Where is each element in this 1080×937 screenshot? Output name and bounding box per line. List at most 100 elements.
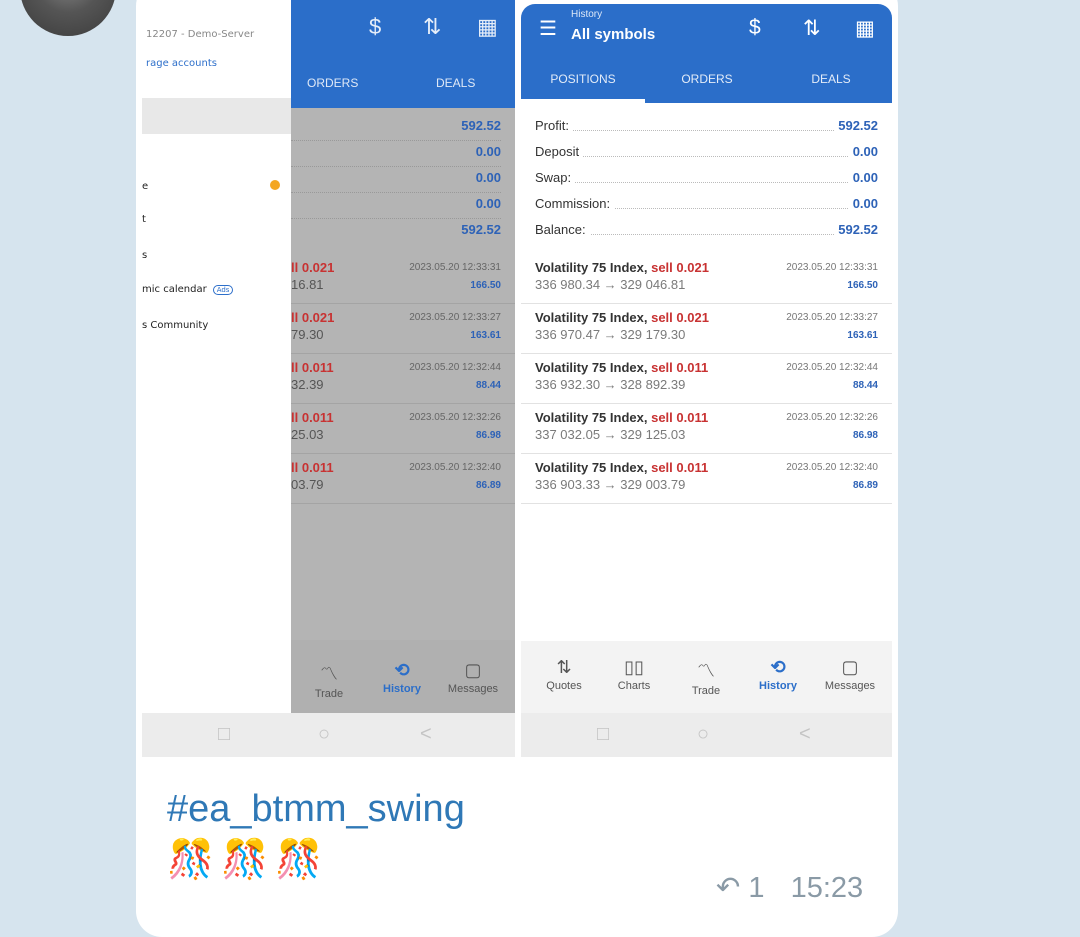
- right-screenshot[interactable]: ☰ History All symbols $ ⇅ ▦ POSITIONS OR…: [521, 4, 892, 757]
- messages-icon: ▢: [464, 660, 482, 680]
- nav-label: History: [383, 683, 421, 695]
- nav-messages[interactable]: ▢ Messages: [817, 657, 883, 692]
- sort-icon[interactable]: ⇅: [803, 16, 821, 41]
- deal-symbol: Volatility 75 Index,: [535, 260, 648, 275]
- deal-time: 2023.05.20 12:33:31: [409, 262, 501, 273]
- deal-row[interactable]: Volatility 75 Index, sell 0.011 336 932.3…: [521, 354, 892, 404]
- summary-row: 0.00: [291, 140, 501, 167]
- summary-row: Swap: 0.00: [535, 166, 878, 192]
- deal-title: Volatility 75 Index, sell 0.021: [535, 260, 709, 275]
- hashtag-link[interactable]: #ea_btmm_swing: [167, 788, 465, 831]
- right-toolbar: ☰ History All symbols $ ⇅ ▦ POSITIONS OR…: [521, 4, 892, 103]
- deal-time: 2023.05.20 12:32:44: [786, 362, 878, 373]
- deal-row: ll 0.011 32.39 2023.05.20 12:32:44 88.44: [291, 354, 515, 404]
- recent-apps-icon[interactable]: □: [597, 723, 609, 746]
- deal-profit: 166.50: [847, 280, 878, 291]
- drawer-selected-row: [142, 98, 291, 134]
- tab-positions[interactable]: POSITIONS: [521, 72, 645, 86]
- drawer-item[interactable]: t: [142, 214, 146, 225]
- deal-symbol: Volatility 75 Index,: [535, 460, 648, 475]
- right-bottom-nav: ⇅ Quotes ▯▯ Charts 〽 Trade ⟲ History ▢ Messag…: [521, 641, 892, 713]
- charts-icon: ▯▯: [624, 657, 644, 677]
- tab-orders[interactable]: ORDERS: [307, 76, 358, 90]
- deal-prices: 336 980.34 → 329 046.81: [535, 277, 686, 292]
- nav-quotes[interactable]: ⇅ Quotes: [535, 657, 593, 692]
- deal-side: sell 0.011: [651, 360, 709, 375]
- deal-side: ll 0.021: [291, 310, 335, 325]
- home-icon[interactable]: ○: [697, 723, 709, 746]
- summary-label: Profit:: [535, 118, 573, 133]
- deal-side: sell 0.021: [651, 260, 709, 275]
- deal-prices: 32.39: [291, 377, 324, 392]
- nav-label: Quotes: [546, 680, 582, 692]
- left-bottom-nav: 〽 Trade ⟲ History ▢ Messages: [291, 640, 515, 713]
- deal-side: ll 0.011: [291, 360, 334, 375]
- summary-value: 0.00: [848, 170, 878, 185]
- deal-side: sell 0.021: [651, 310, 709, 325]
- menu-icon[interactable]: ☰: [539, 16, 557, 41]
- tab-deals[interactable]: DEALS: [436, 76, 475, 90]
- deal-time: 2023.05.20 12:33:27: [786, 312, 878, 323]
- side-drawer: 12207 - Demo-Server rage accounts e t s …: [142, 0, 291, 713]
- nav-charts[interactable]: ▯▯ Charts: [605, 657, 663, 692]
- deal-profit: 163.61: [847, 330, 878, 341]
- summary-label: Deposit: [535, 144, 584, 159]
- deal-profit: 88.44: [475, 380, 501, 391]
- dollar-exchange-icon[interactable]: $: [749, 16, 761, 40]
- calendar-icon[interactable]: ▦: [855, 16, 875, 41]
- sort-icon[interactable]: ⇅: [423, 14, 441, 40]
- drawer-server: 12207 - Demo-Server: [146, 29, 255, 40]
- nav-history[interactable]: ⟲ History: [749, 657, 807, 692]
- deal-row[interactable]: Volatility 75 Index, sell 0.011 336 903.3…: [521, 454, 892, 504]
- manage-accounts-link[interactable]: rage accounts: [146, 58, 217, 69]
- nav-history[interactable]: ⟲ History: [375, 660, 429, 695]
- confetti-emoji: 🎊: [167, 839, 215, 881]
- active-tab-indicator: [521, 99, 645, 103]
- summary-value: 592.52: [461, 118, 501, 133]
- tab-orders[interactable]: ORDERS: [645, 72, 769, 86]
- deal-profit: 86.89: [475, 480, 501, 491]
- deal-time: 2023.05.20 12:32:44: [409, 362, 501, 373]
- deal-side: sell 0.011: [651, 410, 709, 425]
- back-icon[interactable]: <: [420, 723, 432, 746]
- summary-row: Balance: 592.52: [535, 218, 878, 244]
- tab-deals[interactable]: DEALS: [769, 72, 892, 86]
- summary-label: Commission:: [535, 196, 615, 211]
- nav-trade[interactable]: 〽 Trade: [677, 657, 735, 697]
- replies-indicator[interactable]: ↶ 1: [716, 870, 765, 905]
- deal-row: ll 0.021 16.81 2023.05.20 12:33:31 166.50: [291, 254, 515, 304]
- nav-trade[interactable]: 〽 Trade: [305, 660, 353, 700]
- deal-profit: 86.98: [475, 430, 501, 441]
- drawer-item[interactable]: s Community: [142, 320, 208, 331]
- deal-row[interactable]: Volatility 75 Index, sell 0.011 337 032.0…: [521, 404, 892, 454]
- message-time: 15:23: [790, 872, 864, 904]
- calendar-icon[interactable]: ▦: [477, 14, 498, 40]
- nav-messages[interactable]: ▢ Messages: [441, 660, 505, 695]
- deal-prices: 79.30: [291, 327, 324, 342]
- summary-value: 0.00: [475, 144, 501, 159]
- nav-label: Trade: [691, 685, 721, 697]
- deal-symbol: Volatility 75 Index,: [535, 410, 648, 425]
- deal-row[interactable]: Volatility 75 Index, sell 0.021 336 970.4…: [521, 304, 892, 354]
- header-subtitle: History: [571, 9, 603, 20]
- deal-row: ll 0.011 03.79 2023.05.20 12:32:40 86.89: [291, 454, 515, 504]
- deal-row[interactable]: Volatility 75 Index, sell 0.021 336 980.3…: [521, 254, 892, 304]
- dollar-exchange-icon[interactable]: $: [369, 14, 381, 40]
- left-screenshot[interactable]: 12207 - Demo-Server rage accounts e t s …: [142, 0, 515, 757]
- drawer-item[interactable]: e: [142, 181, 148, 192]
- back-icon[interactable]: <: [799, 723, 811, 746]
- drawer-item-calendar[interactable]: mic calendar Ads: [142, 284, 234, 295]
- deal-side: ll 0.021: [291, 260, 335, 275]
- left-system-nav-bar: □ ○ <: [142, 713, 515, 757]
- summary-row: 592.52: [291, 218, 501, 244]
- header-title[interactable]: All symbols: [571, 26, 655, 43]
- message-bubble[interactable]: 12207 - Demo-Server rage accounts e t s …: [136, 0, 898, 937]
- recent-apps-icon[interactable]: □: [218, 723, 230, 746]
- message-photo-collage[interactable]: 12207 - Demo-Server rage accounts e t s …: [142, 0, 892, 757]
- confetti-emoji: 🎊: [275, 839, 323, 881]
- deal-title: Volatility 75 Index, sell 0.011: [535, 460, 708, 475]
- deal-prices: 25.03: [291, 427, 324, 442]
- home-icon[interactable]: ○: [318, 723, 330, 746]
- deal-row: ll 0.021 79.30 2023.05.20 12:33:27 163.61: [291, 304, 515, 354]
- drawer-item[interactable]: s: [142, 250, 147, 261]
